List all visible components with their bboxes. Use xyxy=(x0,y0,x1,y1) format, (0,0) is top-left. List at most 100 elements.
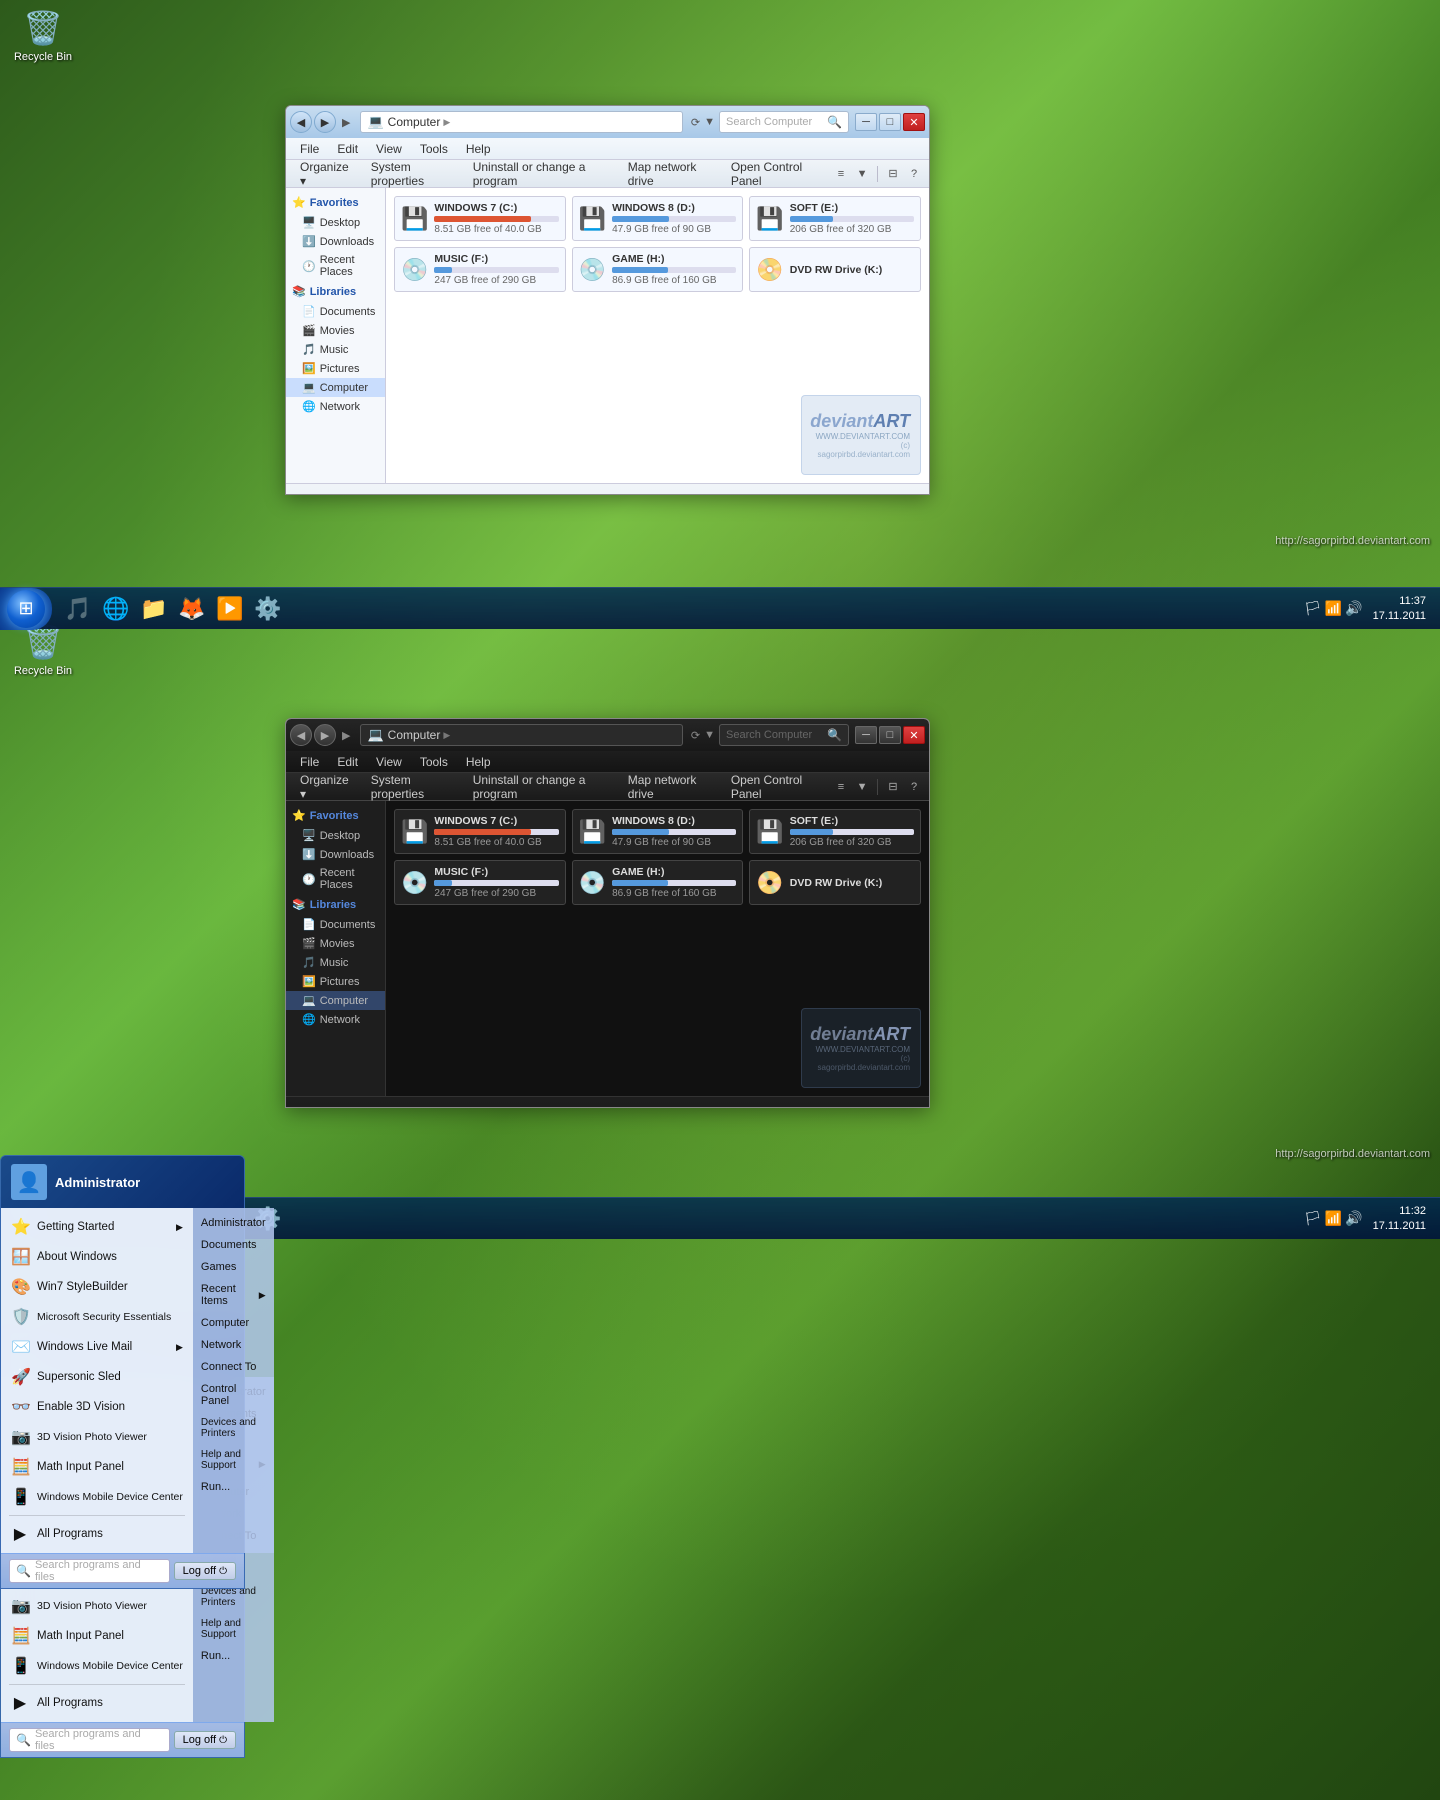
mi-math-input-2[interactable]: 🧮 Math Input Panel xyxy=(1,1452,193,1482)
system-props-btn-2[interactable]: System properties xyxy=(363,771,459,803)
menu-view-2[interactable]: View xyxy=(368,753,410,771)
refresh-icon-1[interactable]: ⟳ xyxy=(691,116,700,129)
map-drive-btn-2[interactable]: Map network drive xyxy=(620,771,717,803)
control-panel-btn-2[interactable]: Open Control Panel xyxy=(723,771,826,803)
mi-3d-photo-1[interactable]: 📷 3D Vision Photo Viewer xyxy=(1,1591,193,1621)
nav-recent-2[interactable]: 🕐 Recent Places xyxy=(286,864,385,894)
search-arrow-icon-1[interactable]: ▼ xyxy=(704,116,715,128)
view-dropdown-icon-1[interactable]: ▼ xyxy=(853,165,871,183)
close-button-2[interactable]: ✕ xyxy=(903,726,925,744)
minimize-button-1[interactable]: ─ xyxy=(855,113,877,131)
menu-help-1[interactable]: Help xyxy=(458,140,499,158)
menu-tools-2[interactable]: Tools xyxy=(412,753,456,771)
nav-movies-1[interactable]: 🎬 Movies xyxy=(286,321,385,340)
back-button-2[interactable]: ◀ xyxy=(290,724,312,746)
uninstall-btn-2[interactable]: Uninstall or change a program xyxy=(465,771,614,803)
mi-windows-live-mail-2[interactable]: ✉️ Windows Live Mail ▶ xyxy=(1,1332,193,1362)
drive-h-1[interactable]: 💿 GAME (H:) 86.9 GB free of 160 GB xyxy=(572,247,744,292)
drive-d-2[interactable]: 💾 WINDOWS 8 (D:) 47.9 GB free of 90 GB xyxy=(572,809,744,854)
nav-recent-1[interactable]: 🕐 Recent Places xyxy=(286,251,385,281)
mi-enable-3d-2[interactable]: 👓 Enable 3D Vision xyxy=(1,1392,193,1422)
view-dropdown-icon-2[interactable]: ▼ xyxy=(853,778,871,796)
uninstall-btn-1[interactable]: Uninstall or change a program xyxy=(465,158,614,190)
nav-movies-2[interactable]: 🎬 Movies xyxy=(286,934,385,953)
menu-help-2[interactable]: Help xyxy=(458,753,499,771)
pane-toggle-icon-1[interactable]: ⊟ xyxy=(884,165,902,183)
search-bar-1[interactable]: Search Computer 🔍 xyxy=(719,111,849,133)
search-box-2[interactable]: 🔍 Search programs and files xyxy=(9,1559,170,1583)
pane-toggle-icon-2[interactable]: ⊟ xyxy=(884,778,902,796)
search-arrow-icon-2[interactable]: ▼ xyxy=(704,729,715,741)
mr-devices-2[interactable]: Devices and Printers xyxy=(193,1412,274,1444)
menu-edit-1[interactable]: Edit xyxy=(329,140,366,158)
nav-downloads-2[interactable]: ⬇️ Downloads xyxy=(286,845,385,864)
nav-computer-2[interactable]: 💻 Computer xyxy=(286,991,385,1010)
drive-h-2[interactable]: 💿 GAME (H:) 86.9 GB free of 160 GB xyxy=(572,860,744,905)
map-drive-btn-1[interactable]: Map network drive xyxy=(620,158,717,190)
drive-c-2[interactable]: 💾 WINDOWS 7 (C:) 8.51 GB free of 40.0 GB xyxy=(394,809,566,854)
system-props-btn-1[interactable]: System properties xyxy=(363,158,459,190)
mr-control-2[interactable]: Control Panel xyxy=(193,1378,274,1412)
logoff-btn-2[interactable]: Log off ⏻ xyxy=(174,1562,236,1580)
nav-documents-2[interactable]: 📄 Documents xyxy=(286,915,385,934)
mr-run-2[interactable]: Run... xyxy=(193,1476,274,1498)
menu-edit-2[interactable]: Edit xyxy=(329,753,366,771)
nav-desktop-1[interactable]: 🖥️ Desktop xyxy=(286,213,385,232)
drive-e-2[interactable]: 💾 SOFT (E:) 206 GB free of 320 GB xyxy=(749,809,921,854)
mi-about-windows-2[interactable]: 🪟 About Windows xyxy=(1,1242,193,1272)
mi-all-programs-2[interactable]: ▶ All Programs xyxy=(1,1519,193,1549)
taskbar-media-player-1[interactable]: 🎵 xyxy=(60,591,96,627)
view-list-icon-2[interactable]: ≡ xyxy=(832,778,850,796)
drive-f-1[interactable]: 💿 MUSIC (F:) 247 GB free of 290 GB xyxy=(394,247,566,292)
nav-music-1[interactable]: 🎵 Music xyxy=(286,340,385,359)
maximize-button-1[interactable]: □ xyxy=(879,113,901,131)
taskbar-firefox-1[interactable]: 🦊 xyxy=(174,591,210,627)
favorites-header-1[interactable]: ⭐ Favorites xyxy=(286,192,385,213)
nav-network-1[interactable]: 🌐 Network xyxy=(286,397,385,416)
control-panel-btn-1[interactable]: Open Control Panel xyxy=(723,158,826,190)
menu-view-1[interactable]: View xyxy=(368,140,410,158)
clock-1[interactable]: 11:37 17.11.2011 xyxy=(1367,594,1432,623)
address-bar-2[interactable]: 💻 Computer ▶ xyxy=(360,724,682,746)
mr-run-1[interactable]: Run... xyxy=(193,1645,274,1667)
nav-pictures-2[interactable]: 🖼️ Pictures xyxy=(286,972,385,991)
recycle-bin-icon-top[interactable]: 🗑️ Recycle Bin xyxy=(8,8,78,63)
back-button-1[interactable]: ◀ xyxy=(290,111,312,133)
mr-help-1[interactable]: Help and Support xyxy=(193,1613,274,1645)
mi-getting-started-2[interactable]: ⭐ Getting Started ▶ xyxy=(1,1212,193,1242)
mr-admin-2[interactable]: Administrator xyxy=(193,1212,274,1234)
drive-f-2[interactable]: 💿 MUSIC (F:) 247 GB free of 290 GB xyxy=(394,860,566,905)
organize-btn-2[interactable]: Organize ▾ xyxy=(292,771,357,803)
address-bar-1[interactable]: 💻 Computer ▶ xyxy=(360,111,682,133)
start-button-1[interactable]: ⊞ xyxy=(0,588,52,630)
mi-win-mobile-2[interactable]: 📱 Windows Mobile Device Center xyxy=(1,1482,193,1512)
mr-network-2[interactable]: Network xyxy=(193,1334,274,1356)
nav-pictures-1[interactable]: 🖼️ Pictures xyxy=(286,359,385,378)
forward-button-2[interactable]: ▶ xyxy=(314,724,336,746)
mr-connect-2[interactable]: Connect To xyxy=(193,1356,274,1378)
favorites-header-2[interactable]: ⭐ Favorites xyxy=(286,805,385,826)
search-box-1[interactable]: 🔍 Search programs and files xyxy=(9,1728,170,1752)
drive-e-1[interactable]: 💾 SOFT (E:) 206 GB free of 320 GB xyxy=(749,196,921,241)
mi-3d-photo-2[interactable]: 📷 3D Vision Photo Viewer xyxy=(1,1422,193,1452)
taskbar-folder-1[interactable]: 📁 xyxy=(136,591,172,627)
taskbar-ie-1[interactable]: 🌐 xyxy=(98,591,134,627)
clock-2[interactable]: 11:32 17.11.2011 xyxy=(1367,1204,1432,1233)
mr-documents-2[interactable]: Documents xyxy=(193,1234,274,1256)
nav-network-2[interactable]: 🌐 Network xyxy=(286,1010,385,1029)
nav-computer-1[interactable]: 💻 Computer xyxy=(286,378,385,397)
menu-tools-1[interactable]: Tools xyxy=(412,140,456,158)
mr-help-2[interactable]: Help and Support xyxy=(193,1444,274,1476)
libraries-header-2[interactable]: 📚 Libraries xyxy=(286,894,385,915)
logoff-btn-1[interactable]: Log off ⏻ xyxy=(174,1731,236,1749)
help-icon-2[interactable]: ? xyxy=(905,778,923,796)
drive-k-2[interactable]: 📀 DVD RW Drive (K:) xyxy=(749,860,921,905)
forward-button-1[interactable]: ▶ xyxy=(314,111,336,133)
refresh-icon-2[interactable]: ⟳ xyxy=(691,729,700,742)
drive-k-1[interactable]: 📀 DVD RW Drive (K:) xyxy=(749,247,921,292)
mi-win7-stylebuilder-2[interactable]: 🎨 Win7 StyleBuilder xyxy=(1,1272,193,1302)
recycle-bin-icon-bottom[interactable]: 🗑️ Recycle Bin xyxy=(8,622,78,677)
drive-c-1[interactable]: 💾 WINDOWS 7 (C:) 8.51 GB free of 40.0 GB xyxy=(394,196,566,241)
mr-recent-2[interactable]: Recent Items▶ xyxy=(193,1278,274,1312)
menu-file-1[interactable]: File xyxy=(292,140,327,158)
